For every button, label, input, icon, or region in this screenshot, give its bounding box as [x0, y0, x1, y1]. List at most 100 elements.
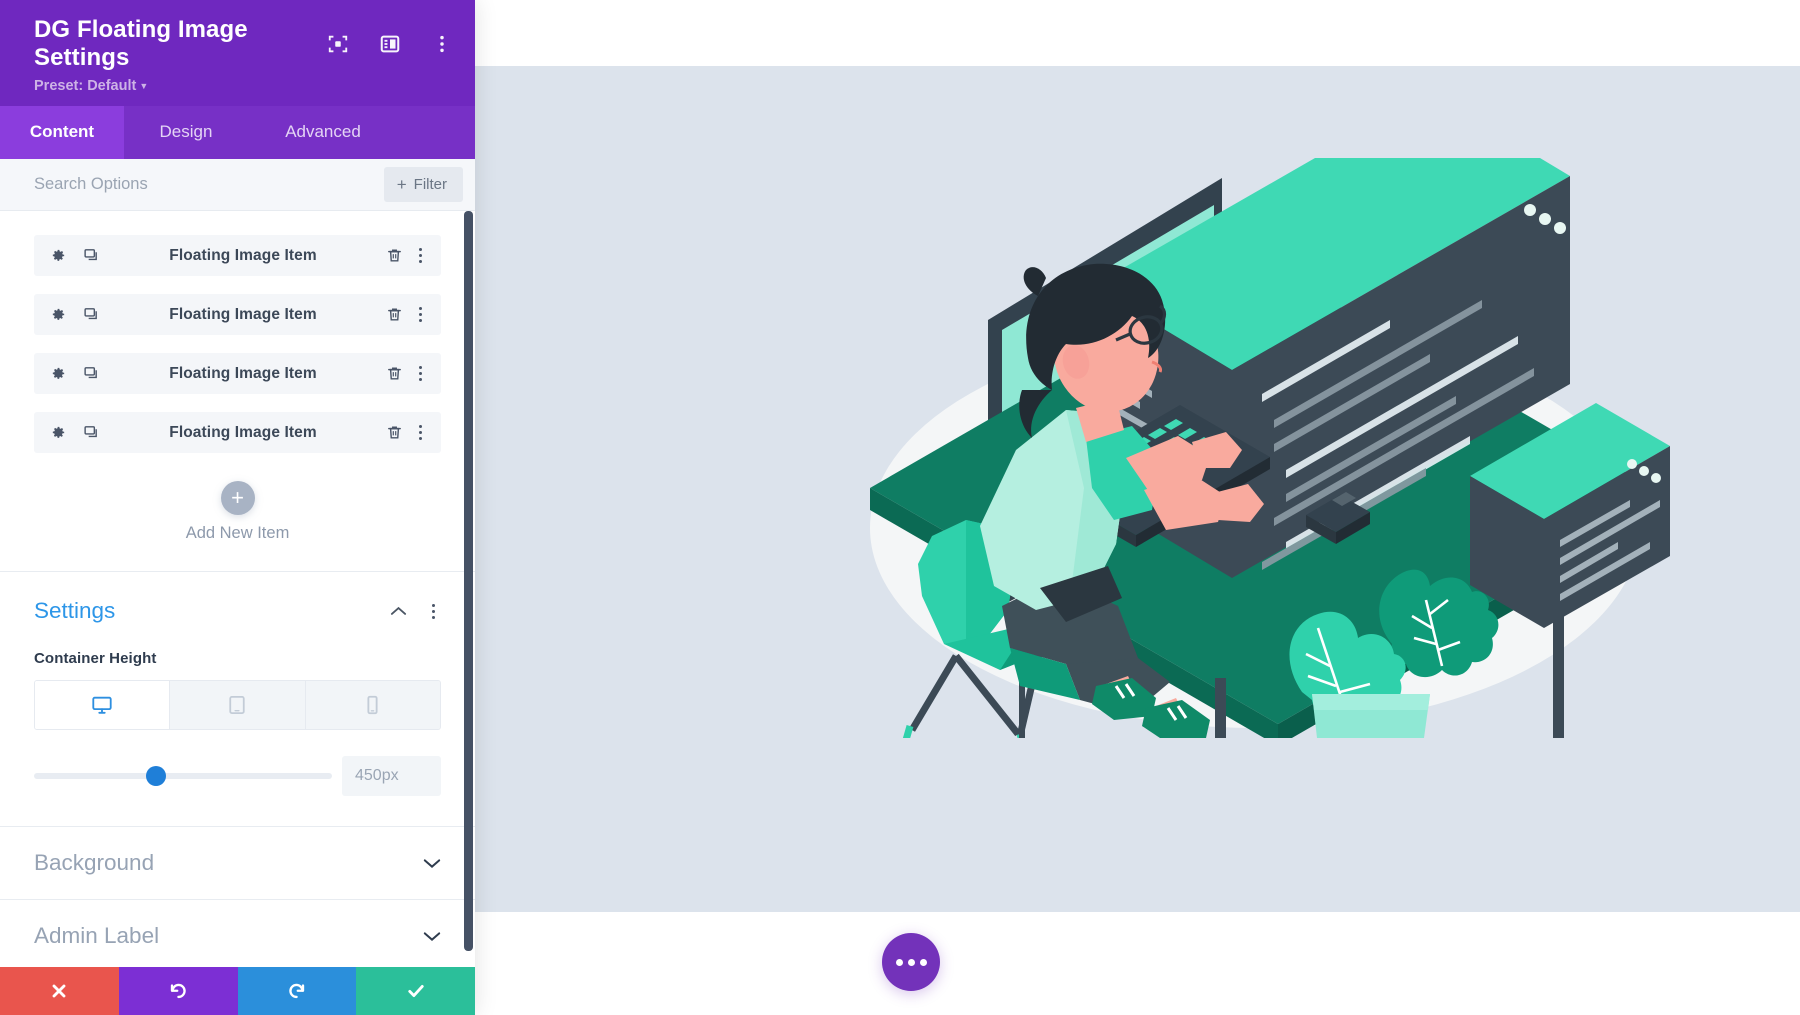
container-height-slider[interactable]: [34, 766, 332, 786]
filter-button[interactable]: + Filter: [383, 167, 463, 202]
list-item-label: Floating Image Item: [169, 305, 317, 323]
save-button[interactable]: [356, 967, 475, 1015]
gear-icon[interactable]: [50, 247, 67, 264]
device-breakpoint-tabs: [34, 680, 441, 730]
search-input[interactable]: [34, 175, 334, 194]
filter-button-label: Filter: [413, 176, 447, 193]
dot: [418, 425, 422, 428]
gear-icon[interactable]: [50, 424, 67, 441]
dot: [418, 254, 422, 257]
fab-dot-1: [895, 958, 903, 966]
row-more-options-icon[interactable]: [412, 366, 428, 381]
accordion-background[interactable]: Background: [0, 827, 475, 900]
tab-design[interactable]: Design: [124, 106, 248, 159]
x-icon: [52, 984, 66, 998]
panel-scrollbar[interactable]: [464, 211, 473, 967]
add-new-item-button[interactable]: + Add New Item: [34, 471, 441, 571]
trash-icon[interactable]: [386, 424, 403, 441]
slider-thumb[interactable]: [146, 766, 167, 786]
dot: [431, 609, 435, 613]
device-tab-tablet[interactable]: [170, 681, 306, 729]
dot: [418, 372, 422, 375]
accordion-admin-label[interactable]: Admin Label: [0, 900, 475, 967]
dot: [418, 260, 422, 263]
settings-section-title: Settings: [34, 598, 116, 623]
trash-icon[interactable]: [386, 365, 403, 382]
panel-tabs: Content Design Advanced: [0, 106, 475, 159]
vertical-dots-icon[interactable]: [431, 33, 453, 55]
gear-icon[interactable]: [50, 306, 67, 323]
row-more-options-icon[interactable]: [412, 425, 428, 440]
settings-more-options-icon[interactable]: [425, 603, 441, 619]
duplicate-icon[interactable]: [83, 306, 100, 323]
layout-panel-icon[interactable]: [379, 33, 401, 55]
redo-arrow-icon: [289, 983, 305, 999]
tablet-icon: [229, 696, 246, 714]
settings-section: Settings Container Height 450px: [0, 572, 475, 826]
gear-icon[interactable]: [50, 365, 67, 382]
dot: [418, 313, 422, 316]
container-height-control: 450px: [34, 756, 441, 796]
panel-footer-actions: [0, 967, 475, 1015]
device-tab-desktop[interactable]: [35, 681, 171, 729]
dot: [418, 366, 422, 369]
tab-content[interactable]: Content: [0, 106, 124, 159]
chevron-down-icon: [423, 931, 441, 941]
dot: [418, 378, 422, 381]
panel-preset-selector[interactable]: Preset: Default ▼: [34, 78, 453, 94]
panel-preset-label: Preset: Default: [34, 78, 137, 94]
list-item-label: Floating Image Item: [169, 246, 317, 264]
trash-icon[interactable]: [386, 306, 403, 323]
redo-button[interactable]: [237, 967, 357, 1015]
container-height-value[interactable]: 450px: [342, 756, 441, 796]
dot: [418, 307, 422, 310]
trash-icon[interactable]: [386, 247, 403, 264]
plus-circle-icon: +: [220, 481, 255, 515]
focus-target-icon[interactable]: [327, 33, 349, 55]
container-height-label: Container Height: [34, 650, 157, 667]
chevron-down-icon: [423, 858, 441, 868]
desktop-icon: [92, 696, 112, 714]
table-row[interactable]: Floating Image Item: [34, 235, 441, 276]
panel-header: DG Floating Image Settings Preset: Defau…: [0, 0, 475, 106]
accordion-background-label: Background: [34, 850, 155, 875]
duplicate-icon[interactable]: [83, 365, 100, 382]
search-options-bar: + Filter: [0, 159, 475, 211]
fab-dot-3: [919, 958, 927, 966]
phone-icon: [367, 695, 378, 715]
list-item-label: Floating Image Item: [169, 423, 317, 441]
panel-title: DG Floating Image Settings: [34, 16, 248, 71]
accordion-admin-label-label: Admin Label: [34, 923, 160, 948]
list-item-label: Floating Image Item: [169, 364, 317, 382]
cancel-button[interactable]: [0, 967, 119, 1015]
table-row[interactable]: Floating Image Item: [34, 353, 441, 394]
module-settings-panel: DG Floating Image Settings Preset: Defau…: [0, 0, 475, 1015]
tab-advanced[interactable]: Advanced: [248, 106, 398, 159]
duplicate-icon[interactable]: [83, 247, 100, 264]
table-row[interactable]: Floating Image Item: [34, 294, 441, 335]
row-more-options-icon[interactable]: [412, 307, 428, 322]
undo-arrow-icon: [170, 983, 186, 999]
undo-button[interactable]: [118, 967, 238, 1015]
dot: [431, 603, 435, 607]
fab-dot-2: [907, 958, 915, 966]
dot: [418, 248, 422, 251]
page-settings-fab-button[interactable]: [882, 933, 940, 991]
add-new-item-label: Add New Item: [185, 524, 290, 542]
duplicate-icon[interactable]: [83, 424, 100, 441]
plus-icon: +: [396, 175, 407, 194]
device-tab-phone[interactable]: [305, 681, 440, 729]
developer-at-desk-illustration: [870, 158, 1670, 738]
dot: [418, 431, 422, 434]
panel-scrollbar-thumb[interactable]: [464, 211, 473, 951]
table-row[interactable]: Floating Image Item: [34, 412, 441, 453]
check-icon: [407, 985, 424, 997]
row-more-options-icon[interactable]: [412, 248, 428, 263]
panel-body: Floating Image Item Floating Image Item …: [0, 211, 475, 967]
floating-image-items-list: Floating Image Item Floating Image Item …: [0, 211, 475, 571]
dot: [431, 615, 435, 619]
dot: [418, 437, 422, 440]
dot: [418, 319, 422, 322]
chevron-up-icon[interactable]: [390, 606, 407, 616]
chevron-down-icon: ▼: [139, 81, 149, 92]
